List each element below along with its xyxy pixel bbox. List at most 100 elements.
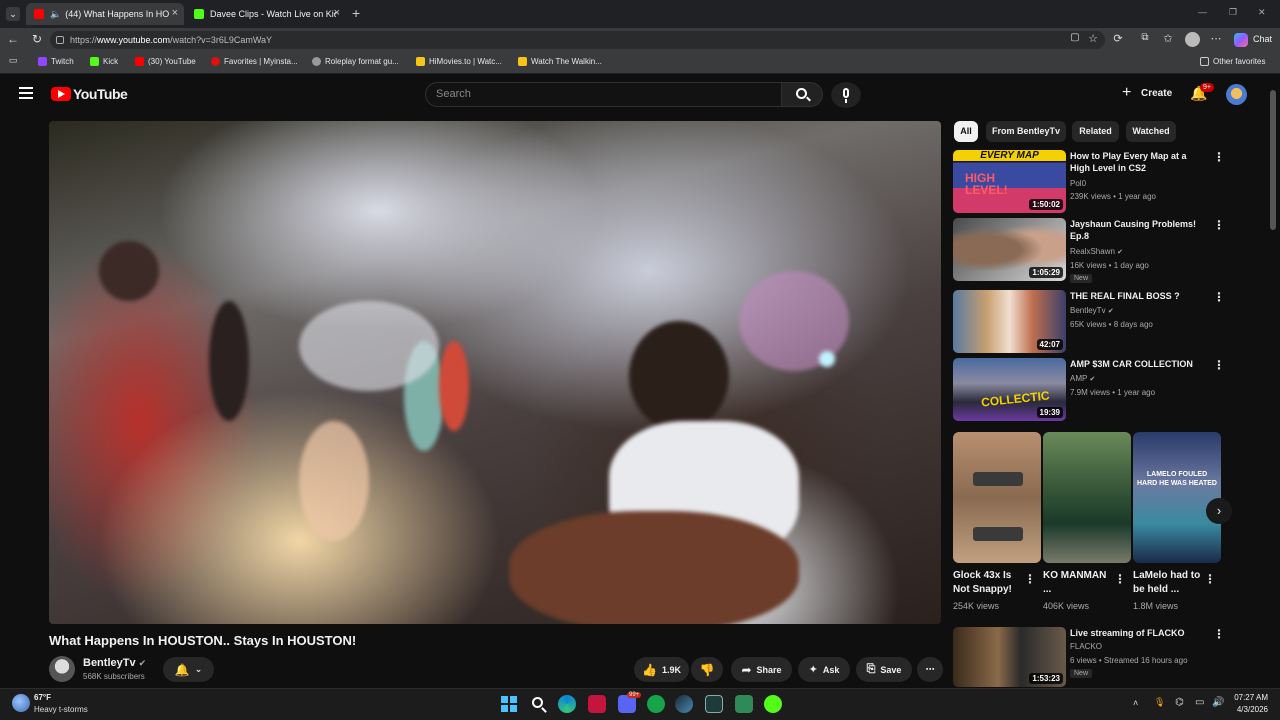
video-title[interactable]: AMP $3M CAR COLLECTION <box>1070 358 1200 370</box>
more-actions-button[interactable]: ⋯ <box>917 657 943 682</box>
search-input[interactable]: Search <box>425 82 782 107</box>
other-favorites[interactable]: Other favorites <box>1200 57 1265 66</box>
bookmark-walking-dead[interactable]: Watch The Walkin... <box>518 57 602 66</box>
taskbar-search-icon[interactable] <box>530 695 548 713</box>
video-title[interactable]: THE REAL FINAL BOSS ? <box>1070 290 1200 302</box>
video-title[interactable]: Live streaming of FLACKO <box>1070 627 1200 639</box>
like-button[interactable]: 👍 1.9K <box>634 657 689 682</box>
reading-mode-icon[interactable]: ▢ <box>1067 32 1083 43</box>
terminal-icon[interactable] <box>735 695 753 713</box>
more-vertical-icon[interactable]: ⋮ <box>1213 627 1223 641</box>
recommendation-item[interactable]: 1:53:23 Live streaming of FLACKO FLACKO … <box>953 627 1223 687</box>
tab-close-icon[interactable]: × <box>172 7 178 19</box>
chat-button[interactable]: Chat <box>1253 34 1272 44</box>
weather-temperature[interactable]: 67°F <box>34 693 51 702</box>
video-title[interactable]: Jayshaun Causing Problems! Ep.8 <box>1070 218 1200 242</box>
short-thumbnail[interactable]: LAMELO FOULED HARD HE WAS HEATED <box>1133 432 1221 563</box>
microphone-tray-icon[interactable]: 🎙 <box>1154 697 1165 708</box>
back-icon[interactable]: ← <box>5 32 21 46</box>
channel-name[interactable]: AMP ✔ <box>1070 374 1095 383</box>
windows-start-icon[interactable] <box>500 695 518 713</box>
bookmark-instagram[interactable]: Favorites | Myinsta... <box>211 57 298 66</box>
clock-date[interactable]: 4/3/2026 <box>1234 705 1268 714</box>
weather-storm-icon[interactable] <box>12 694 30 712</box>
youtube-logo-icon[interactable] <box>51 87 71 101</box>
short-thumbnail[interactable] <box>1043 432 1131 563</box>
display-icon[interactable]: ▭ <box>1195 697 1204 708</box>
voice-search-button[interactable] <box>831 82 861 108</box>
chip-from-bentleytv[interactable]: From BentleyTv <box>986 121 1066 142</box>
xbox-app-icon[interactable] <box>647 695 665 713</box>
app-a-icon[interactable] <box>588 695 606 713</box>
profile-icon[interactable] <box>1185 32 1200 47</box>
close-window-button[interactable]: ✕ <box>1258 7 1266 18</box>
tab-kick[interactable]: Davee Clips - Watch Live on Kick × <box>186 3 346 25</box>
more-menu-icon[interactable]: ⋯ <box>1208 32 1224 45</box>
kick-app-icon[interactable] <box>764 695 782 713</box>
chip-all[interactable]: All <box>954 121 978 142</box>
excel-icon[interactable] <box>705 695 723 713</box>
more-vertical-icon[interactable]: ⋮ <box>1204 572 1216 586</box>
tab-actions-icon[interactable]: ⌄ <box>6 7 20 21</box>
address-bar[interactable]: https://www.youtube.com/watch?v=3r6L9Cam… <box>50 31 1105 49</box>
channel-name[interactable]: BentleyTv ✔ <box>1070 306 1114 315</box>
short-title[interactable]: LaMelo had to be held ... <box>1133 569 1201 597</box>
dislike-button[interactable]: 👎 <box>691 657 723 682</box>
menu-icon[interactable] <box>19 87 33 99</box>
more-vertical-icon[interactable]: ⋮ <box>1213 218 1225 232</box>
more-vertical-icon[interactable]: ⋮ <box>1213 150 1225 164</box>
channel-name[interactable]: BentleyTv ✔ <box>83 657 146 669</box>
maximize-button[interactable]: ❐ <box>1229 7 1237 18</box>
short-thumbnail[interactable] <box>953 432 1041 563</box>
chevron-up-icon[interactable]: ˄ <box>1133 698 1138 708</box>
refresh-icon[interactable]: ↻ <box>29 32 45 46</box>
ask-button[interactable]: ✦ Ask <box>798 657 850 682</box>
share-button[interactable]: ➦ Share <box>731 657 792 682</box>
recommendation-item[interactable]: EVERY MAP HIGH LEVEL! 1:50:02 How to Play… <box>953 150 1225 216</box>
channel-name[interactable]: Pol0 <box>1070 179 1086 188</box>
extensions-icon[interactable]: ⧉ <box>1137 32 1153 43</box>
refresh-page-icon[interactable]: ⟳ <box>1110 32 1126 45</box>
short-title[interactable]: Glock 43x Is Not Snappy! <box>953 569 1017 597</box>
bookmark-kick[interactable]: Kick <box>90 57 118 66</box>
video-thumbnail[interactable]: EVERY MAP HIGH LEVEL! 1:50:02 <box>953 150 1066 213</box>
site-info-icon[interactable] <box>56 36 64 44</box>
favorite-star-icon[interactable]: ☆ <box>1085 32 1101 45</box>
volume-icon[interactable]: 🔊 <box>1212 697 1224 708</box>
edge-browser-icon[interactable] <box>558 695 576 713</box>
speaker-icon[interactable]: 🔈 <box>50 9 61 20</box>
video-title[interactable]: How to Play Every Map at a High Level in… <box>1070 150 1200 174</box>
account-avatar[interactable] <box>1226 84 1247 105</box>
channel-avatar[interactable] <box>49 656 75 682</box>
chip-related[interactable]: Related <box>1072 121 1119 142</box>
new-tab-button[interactable]: + <box>352 5 360 21</box>
more-vertical-icon[interactable]: ⋮ <box>1213 358 1225 372</box>
video-thumbnail[interactable]: COLLECTIC 19:39 <box>953 358 1066 421</box>
bookmark-youtube[interactable]: (30) YouTube <box>135 57 196 66</box>
clock-time[interactable]: 07:27 AM <box>1234 693 1268 702</box>
channel-name[interactable]: RealxShawn ✔ <box>1070 247 1123 256</box>
video-player[interactable] <box>49 121 941 624</box>
more-vertical-icon[interactable]: ⋮ <box>1114 572 1126 586</box>
bookmark-twitch[interactable]: Twitch <box>38 57 74 66</box>
notifications-subscribe-button[interactable]: 🔔 ⌄ <box>163 657 214 682</box>
recommendation-item[interactable]: 1:05:29 Jayshaun Causing Problems! Ep.8 … <box>953 218 1225 284</box>
favorites-icon[interactable]: ✩ <box>1160 32 1176 45</box>
video-thumbnail[interactable]: 42:07 <box>953 290 1066 353</box>
channel-name[interactable]: FLACKO <box>1070 642 1102 651</box>
youtube-logo-text[interactable]: YouTube <box>73 86 128 102</box>
search-button[interactable] <box>781 82 823 107</box>
recommendation-item[interactable]: COLLECTIC 19:39 AMP $3M CAR COLLECTION A… <box>953 358 1225 424</box>
recommendation-item[interactable]: 42:07 THE REAL FINAL BOSS ? BentleyTv ✔ … <box>953 290 1225 356</box>
network-icon[interactable]: ⌬ <box>1175 697 1184 708</box>
bookmark-roleplay[interactable]: Roleplay format gu... <box>312 57 399 66</box>
steam-icon[interactable] <box>675 695 693 713</box>
video-thumbnail[interactable]: 1:53:23 <box>953 627 1066 687</box>
shorts-next-button[interactable]: › <box>1206 498 1232 524</box>
create-button[interactable]: Create <box>1141 88 1172 99</box>
copilot-icon[interactable] <box>1234 33 1248 47</box>
short-title[interactable]: KO MANMAN ... <box>1043 569 1107 597</box>
tab-youtube[interactable]: 🔈 (44) What Happens In HOUST × <box>26 3 184 25</box>
bookmark-himovies[interactable]: HiMovies.to | Watc... <box>416 57 502 66</box>
more-vertical-icon[interactable]: ⋮ <box>1213 290 1225 304</box>
